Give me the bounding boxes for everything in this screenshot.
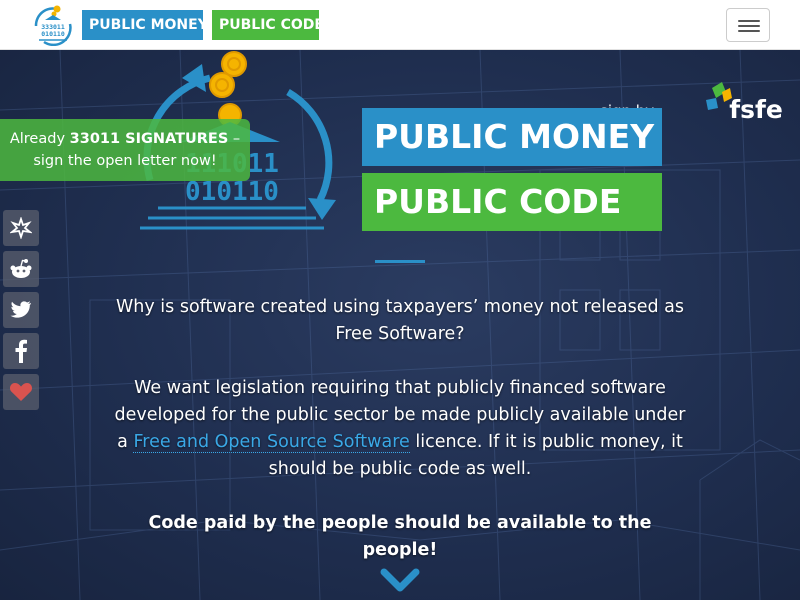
- facebook-icon: [15, 339, 27, 363]
- top-navbar: 333011 010110 PUBLIC MONEY PUBLIC CODE: [0, 0, 800, 50]
- hamburger-menu-button[interactable]: [726, 8, 770, 42]
- signatures-cta: sign the open letter now!: [33, 153, 217, 169]
- twitter-icon: [10, 301, 31, 318]
- demand-paragraph: We want legislation requiring that publi…: [110, 375, 690, 483]
- diaspora-icon: [10, 217, 32, 239]
- public-money-public-code-logo[interactable]: 333011 010110: [30, 4, 76, 46]
- logo-digits-bottom: 010110: [41, 30, 65, 38]
- chevron-down-icon[interactable]: [380, 568, 420, 594]
- fsfe-logo[interactable]: fsfe: [704, 78, 782, 124]
- hamburger-line: [738, 25, 760, 27]
- title-public-code: PUBLIC CODE: [362, 173, 662, 231]
- signatures-count: 33011 SIGNATURES: [69, 131, 229, 147]
- reddit-icon: [10, 259, 32, 278]
- share-twitter-button[interactable]: [3, 292, 39, 328]
- share-facebook-button[interactable]: [3, 333, 39, 369]
- signatures-prefix: Already: [9, 131, 70, 147]
- intro-text: Why is software created using taxpayers’…: [110, 294, 690, 564]
- graphic-digits-bottom: 010110: [185, 177, 279, 207]
- question-paragraph: Why is software created using taxpayers’…: [115, 297, 685, 344]
- share-reddit-button[interactable]: [3, 251, 39, 287]
- fsfe-logo-text: fsfe: [729, 95, 782, 124]
- heart-icon: [10, 383, 32, 401]
- hamburger-line: [738, 30, 760, 32]
- hamburger-menu-icon: [738, 20, 760, 22]
- signatures-suffix: –: [228, 131, 241, 147]
- share-diaspora-button[interactable]: [3, 210, 39, 246]
- foss-link[interactable]: Free and Open Source Software: [133, 432, 410, 453]
- public-money-nav-button[interactable]: PUBLIC MONEY: [82, 10, 208, 40]
- tagline: Code paid by the people should be availa…: [148, 513, 652, 560]
- section-divider: [375, 260, 425, 263]
- hero-section: 111011 010110 sign by fsfe PUBLIC MONEY …: [0, 50, 800, 600]
- public-code-nav-button[interactable]: PUBLIC CODE: [212, 10, 324, 40]
- sign-open-letter-banner[interactable]: Already 33011 SIGNATURES – sign the open…: [0, 119, 250, 181]
- title-public-money: PUBLIC MONEY: [362, 108, 662, 166]
- share-sidebar: [3, 210, 39, 415]
- share-favorite-button[interactable]: [3, 374, 39, 410]
